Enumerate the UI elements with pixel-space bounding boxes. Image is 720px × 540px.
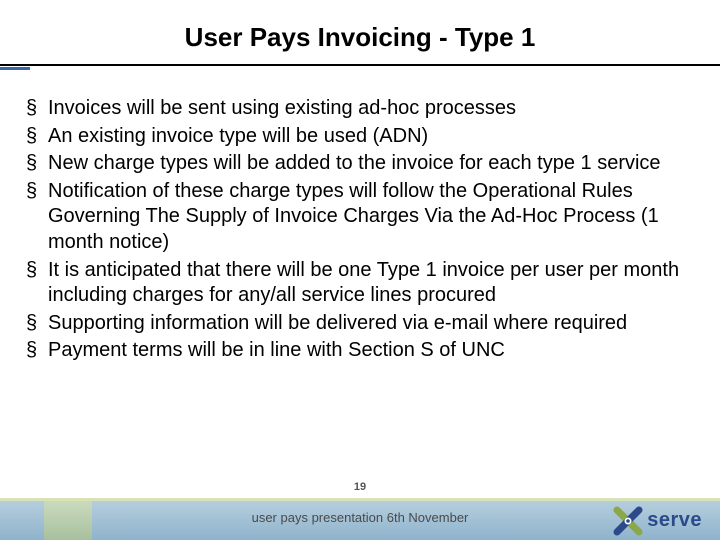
bullet-list: Invoices will be sent using existing ad-… bbox=[26, 96, 694, 364]
list-item: New charge types will be added to the in… bbox=[26, 151, 694, 177]
list-item: Supporting information will be delivered… bbox=[26, 311, 694, 337]
list-item: An existing invoice type will be used (A… bbox=[26, 124, 694, 150]
brand-logo: serve bbox=[613, 501, 702, 540]
footer-text: user pays presentation 6th November bbox=[0, 510, 720, 525]
list-item: Payment terms will be in line with Secti… bbox=[26, 338, 694, 364]
title-underline bbox=[0, 64, 720, 66]
slide: User Pays Invoicing - Type 1 Invoices wi… bbox=[0, 0, 720, 540]
list-item: Notification of these charge types will … bbox=[26, 179, 694, 256]
slide-title: User Pays Invoicing - Type 1 bbox=[0, 0, 720, 61]
footer: user pays presentation 6th November serv… bbox=[0, 498, 720, 540]
page-number: 19 bbox=[0, 481, 720, 493]
slide-body: Invoices will be sent using existing ad-… bbox=[26, 96, 694, 366]
logo-x-icon bbox=[613, 506, 643, 536]
list-item: Invoices will be sent using existing ad-… bbox=[26, 96, 694, 122]
list-item: It is anticipated that there will be one… bbox=[26, 258, 694, 309]
logo-text: serve bbox=[647, 509, 702, 532]
top-accent bbox=[0, 67, 30, 70]
